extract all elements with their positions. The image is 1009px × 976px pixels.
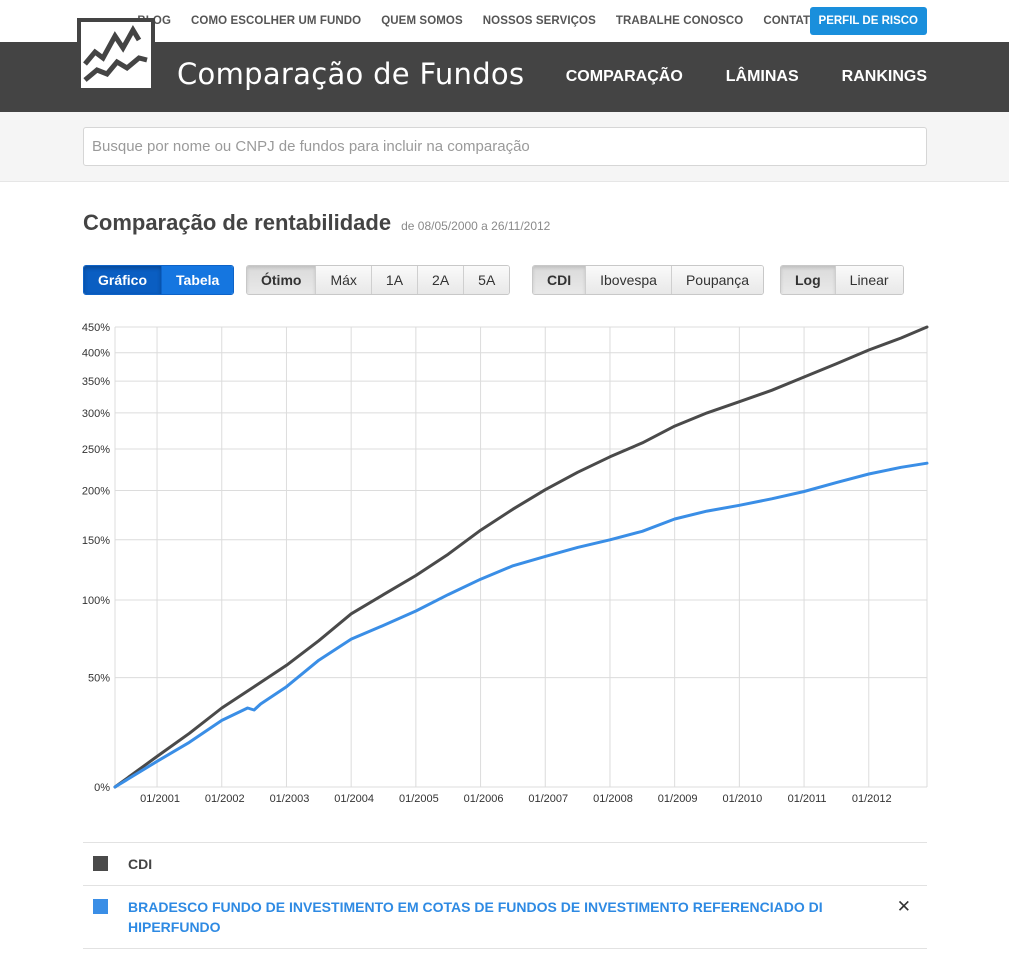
y-tick-label: 50%	[88, 673, 110, 685]
scale-group: Log Linear	[780, 265, 904, 295]
period-5a-button[interactable]: 5A	[464, 266, 510, 294]
nav-comparacao[interactable]: COMPARAÇÃO	[566, 68, 683, 86]
legend-item-cdi: CDI	[83, 842, 927, 885]
x-tick-label: 01/2001	[140, 793, 180, 805]
y-tick-label: 300%	[82, 408, 110, 420]
y-tick-label: 100%	[82, 595, 110, 607]
brand-title[interactable]: Comparação de Fundos	[177, 57, 524, 91]
legend-swatch	[93, 899, 108, 914]
legend-label-fund[interactable]: BRADESCO FUNDO DE INVESTIMENTO EM COTAS …	[128, 899, 823, 935]
y-tick-label: 200%	[82, 486, 110, 498]
period-group: Ótimo Máx 1A 2A 5A	[246, 265, 511, 295]
view-table-button[interactable]: Tabela	[162, 266, 234, 294]
benchmark-ibovespa-button[interactable]: Ibovespa	[586, 266, 672, 294]
search-band	[0, 112, 1009, 182]
risk-profile-button[interactable]: PERFIL DE RISCO	[809, 7, 927, 35]
period-1a-button[interactable]: 1A	[371, 266, 419, 294]
series-line-cdi[interactable]	[113, 325, 929, 789]
x-tick-label: 01/2005	[399, 793, 439, 805]
page-title-block: Comparação de rentabilidade de 08/05/200…	[83, 210, 550, 236]
chart-legend: CDI BRADESCO FUNDO DE INVESTIMENTO EM CO…	[83, 842, 927, 949]
x-tick-label: 01/2012	[852, 793, 892, 805]
period-otimo-button[interactable]: Ótimo	[247, 266, 317, 294]
benchmark-group: CDI Ibovespa Poupança	[532, 265, 765, 295]
period-2a-button[interactable]: 2A	[418, 266, 465, 294]
page-title: Comparação de rentabilidade	[83, 210, 392, 235]
period-max-button[interactable]: Máx	[316, 266, 372, 294]
logo-icon[interactable]	[77, 18, 155, 92]
scale-log-button[interactable]: Log	[781, 266, 836, 294]
fund-search-input[interactable]	[83, 127, 927, 166]
benchmark-cdi-button[interactable]: CDI	[533, 266, 587, 294]
nav-rankings[interactable]: RANKINGS	[842, 68, 927, 86]
nav-link-servicos[interactable]: NOSSOS SERVIÇOS	[483, 15, 596, 27]
legend-swatch	[93, 856, 108, 871]
x-tick-label: 01/2010	[722, 793, 762, 805]
y-tick-label: 450%	[82, 322, 110, 334]
y-tick-label: 250%	[82, 444, 110, 456]
view-chart-button[interactable]: Gráfico	[84, 266, 163, 294]
returns-chart[interactable]: 0% 50% 100% 150% 200% 250% 300% 350% 400% 450% 01…	[0, 315, 1009, 815]
nav-link-quem-somos[interactable]: QUEM SOMOS	[381, 15, 463, 27]
legend-item-fund: BRADESCO FUNDO DE INVESTIMENTO EM COTAS …	[83, 885, 927, 949]
x-tick-label: 01/2003	[270, 793, 310, 805]
x-tick-label: 01/2006	[464, 793, 504, 805]
view-toggle-group: Gráfico Tabela	[83, 265, 235, 295]
y-tick-label: 400%	[82, 348, 110, 360]
y-tick-label: 150%	[82, 535, 110, 547]
y-tick-label: 0%	[94, 782, 110, 794]
date-range: de 08/05/2000 a 26/11/2012	[401, 219, 551, 233]
scale-linear-button[interactable]: Linear	[835, 266, 903, 294]
nav-link-trabalhe-conosco[interactable]: TRABALHE CONOSCO	[616, 15, 743, 27]
x-tick-label: 01/2002	[205, 793, 245, 805]
x-tick-label: 01/2009	[658, 793, 698, 805]
x-tick-label: 01/2007	[528, 793, 568, 805]
nav-laminas[interactable]: LÂMINAS	[726, 68, 799, 86]
benchmark-poupanca-button[interactable]: Poupança	[671, 266, 764, 294]
top-links: BLOG COMO ESCOLHER UM FUNDO QUEM SOMOS N…	[117, 0, 819, 42]
main-navigation: COMPARAÇÃO LÂMINAS RANKINGS	[523, 42, 927, 112]
series-line-fund[interactable]	[113, 461, 929, 789]
remove-fund-icon[interactable]: ✕	[897, 897, 911, 917]
x-tick-label: 01/2004	[334, 793, 374, 805]
y-tick-label: 350%	[82, 376, 110, 388]
nav-link-como-escolher[interactable]: COMO ESCOLHER UM FUNDO	[191, 15, 361, 27]
x-tick-label: 01/2011	[788, 793, 827, 805]
legend-label-cdi: CDI	[128, 856, 153, 872]
x-tick-label: 01/2008	[593, 793, 633, 805]
